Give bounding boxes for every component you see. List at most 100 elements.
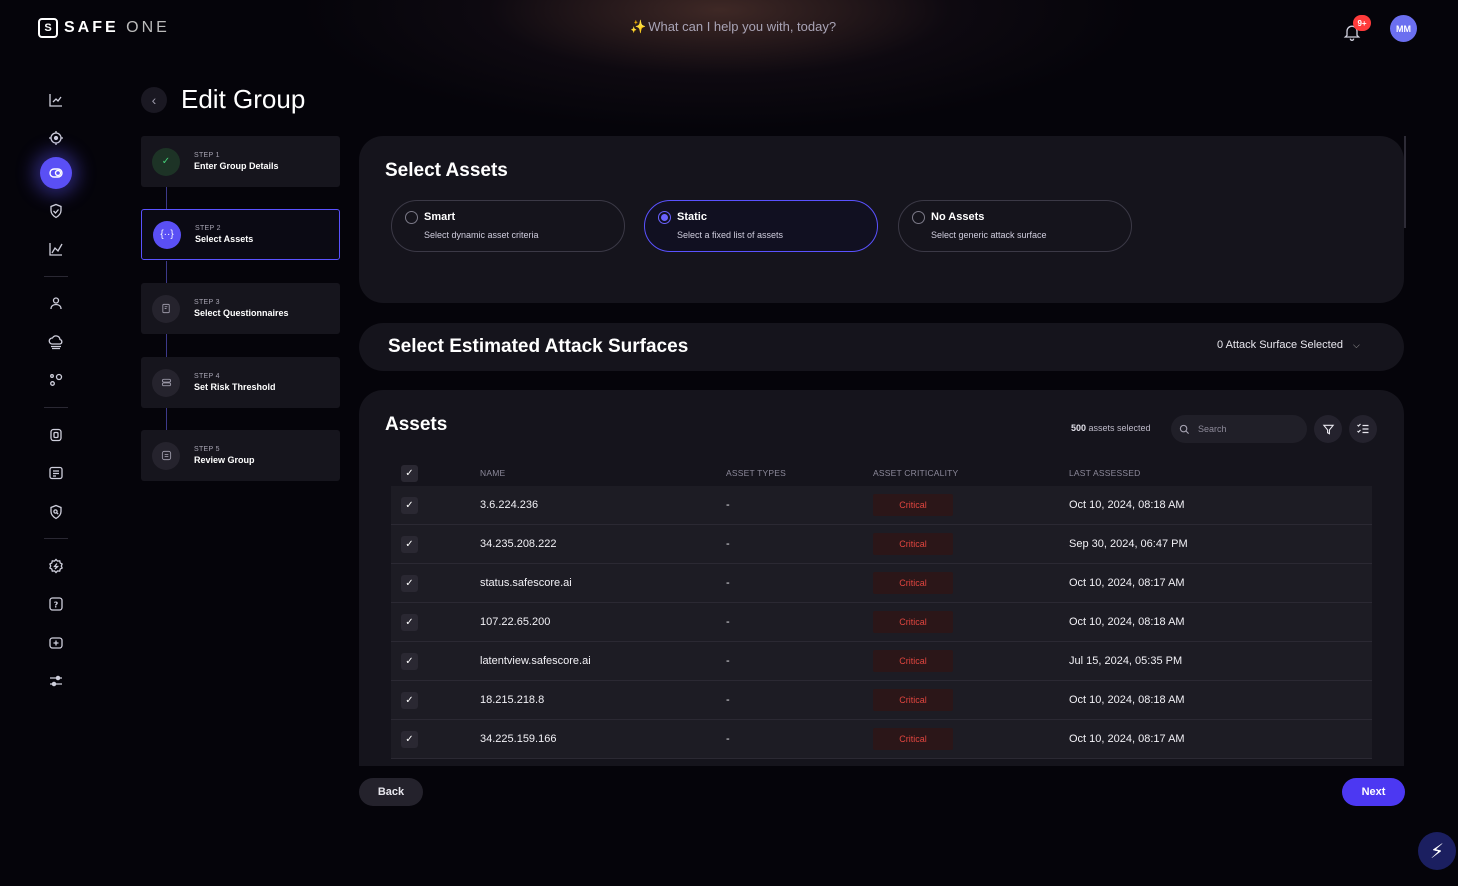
row-checkbox[interactable]: ✓	[401, 730, 418, 748]
table-row[interactable]: ✓ 34.235.208.222 - Critical Sep 30, 2024…	[391, 525, 1372, 564]
cell-last-assessed: Oct 10, 2024, 08:18 AM	[1069, 616, 1185, 628]
sidebar-item-security[interactable]	[42, 197, 70, 225]
step-connector	[166, 187, 167, 209]
cell-last-assessed: Oct 10, 2024, 08:17 AM	[1069, 577, 1185, 589]
step-set-risk-threshold[interactable]: STEP 4 Set Risk Threshold	[141, 357, 340, 408]
cloud-icon	[48, 335, 63, 350]
option-description: Select a fixed list of assets	[677, 230, 784, 240]
sidebar-item-users[interactable]	[42, 289, 70, 317]
back-arrow-button[interactable]: ‹	[141, 87, 167, 113]
row-checkbox[interactable]: ✓	[401, 613, 418, 631]
sidebar-item-reports[interactable]	[42, 459, 70, 487]
option-static[interactable]: Static Select a fixed list of assets	[644, 200, 878, 252]
option-title: Static	[677, 211, 707, 223]
search-input[interactable]: Search	[1171, 415, 1307, 443]
row-checkbox[interactable]: ✓	[401, 652, 418, 670]
scrollbar[interactable]	[1404, 136, 1406, 228]
sidebar-item-add[interactable]	[42, 629, 70, 657]
sidebar-item-help[interactable]: ?	[42, 590, 70, 618]
sidebar-item-dashboard[interactable]	[42, 86, 70, 114]
table-row[interactable]: ✓ 34.225.159.166 - Critical Oct 10, 2024…	[391, 720, 1372, 759]
sidebar-item-cloud[interactable]	[42, 328, 70, 356]
target-icon	[49, 131, 63, 145]
cell-name: 34.235.208.222	[480, 538, 557, 550]
column-settings-button[interactable]	[1349, 415, 1377, 443]
option-description: Select generic attack surface	[931, 230, 1047, 240]
table-row[interactable]: ✓ status.safescore.ai - Critical Oct 10,…	[391, 564, 1372, 603]
search-placeholder: Search	[1198, 424, 1227, 434]
option-smart[interactable]: Smart Select dynamic asset criteria	[391, 200, 625, 252]
sidebar-item-trends[interactable]	[42, 235, 70, 263]
row-checkbox[interactable]: ✓	[401, 574, 418, 592]
checklist-icon	[1357, 423, 1369, 434]
step-enter-group-details[interactable]: ✓ STEP 1 Enter Group Details	[141, 136, 340, 187]
back-button[interactable]: Back	[359, 778, 423, 806]
column-header-criticality[interactable]: ASSET CRITICALITY	[873, 468, 958, 478]
notifications-badge: 9+	[1353, 15, 1371, 31]
sidebar-item-devices[interactable]	[42, 421, 70, 449]
step-connector	[166, 334, 167, 357]
step-review-group[interactable]: STEP 5 Review Group	[141, 430, 340, 481]
column-header-name[interactable]: NAME	[480, 468, 505, 478]
select-assets-card: Select Assets Smart Select dynamic asset…	[359, 136, 1404, 303]
criticality-badge: Critical	[873, 689, 953, 711]
svg-text:?: ?	[54, 601, 59, 610]
assistant-fab-button[interactable]: ⚡	[1418, 832, 1456, 870]
row-checkbox[interactable]: ✓	[401, 691, 418, 709]
sidebar-divider	[44, 538, 68, 539]
dropdown-value: 0 Attack Surface Selected	[1217, 339, 1343, 351]
row-checkbox[interactable]: ✓	[401, 535, 418, 553]
cell-asset-type: -	[726, 499, 730, 511]
selected-count-suffix: assets selected	[1086, 423, 1151, 433]
page-title: Edit Group	[181, 84, 306, 114]
option-no-assets[interactable]: No Assets Select generic attack surface	[898, 200, 1132, 252]
sidebar-item-integrations[interactable]	[42, 366, 70, 394]
lightning-icon: ⚡	[1429, 840, 1445, 863]
column-header-last-assessed[interactable]: LAST ASSESSED	[1069, 468, 1140, 478]
sidebar-item-targets[interactable]	[42, 124, 70, 152]
select-all-checkbox[interactable]: ✓	[401, 464, 418, 482]
ai-assistant-prompt[interactable]: ✨ What can I help you with, today?	[630, 19, 836, 35]
column-header-asset-types[interactable]: ASSET TYPES	[726, 468, 786, 478]
toggle-icon	[49, 168, 63, 178]
criticality-badge: Critical	[873, 611, 953, 633]
next-button[interactable]: Next	[1342, 778, 1405, 806]
add-box-icon	[49, 637, 63, 649]
filter-button[interactable]	[1314, 415, 1342, 443]
table-row[interactable]: ✓ 107.22.65.200 - Critical Oct 10, 2024,…	[391, 603, 1372, 642]
sidebar-item-settings[interactable]	[42, 552, 70, 580]
criticality-badge: Critical	[873, 572, 953, 594]
option-title: No Assets	[931, 211, 985, 223]
app-logo[interactable]: S SAFE ONE	[38, 18, 170, 38]
criticality-badge: Critical	[873, 728, 953, 750]
radio-smart[interactable]	[405, 211, 418, 224]
sliders-icon	[50, 675, 62, 687]
step-name: Select Assets	[195, 234, 254, 244]
step-number: STEP 5	[194, 446, 220, 453]
cell-name: status.safescore.ai	[480, 577, 572, 589]
radio-no-assets[interactable]	[912, 211, 925, 224]
selected-count: 500 assets selected	[1071, 423, 1151, 433]
user-avatar[interactable]: MM	[1390, 15, 1417, 42]
table-row[interactable]: ✓ 3.6.224.236 - Critical Oct 10, 2024, 0…	[391, 486, 1372, 525]
cell-asset-type: -	[726, 616, 730, 628]
sidebar-item-groups[interactable]	[40, 157, 72, 189]
step-select-questionnaires[interactable]: STEP 3 Select Questionnaires	[141, 283, 340, 334]
nodes-icon	[50, 373, 63, 386]
radio-static[interactable]	[658, 211, 671, 224]
table-row[interactable]: ✓ 18.215.218.8 - Critical Oct 10, 2024, …	[391, 681, 1372, 720]
row-checkbox[interactable]: ✓	[401, 496, 418, 514]
step-select-assets[interactable]: {··} STEP 2 Select Assets	[141, 209, 340, 260]
sidebar-divider	[44, 276, 68, 277]
sparkle-icon: ✨	[630, 19, 647, 34]
step-name: Set Risk Threshold	[194, 382, 276, 392]
sidebar-item-scan[interactable]	[42, 498, 70, 526]
sidebar-item-preferences[interactable]	[42, 667, 70, 695]
attack-surface-dropdown[interactable]: 0 Attack Surface Selected ⌵	[1217, 339, 1360, 351]
assets-title: Assets	[385, 414, 448, 435]
cell-name: 3.6.224.236	[480, 499, 539, 511]
step-number: STEP 2	[195, 225, 221, 232]
table-row[interactable]: ✓ latentview.safescore.ai - Critical Jul…	[391, 642, 1372, 681]
option-title: Smart	[424, 211, 456, 223]
select-assets-title: Select Assets	[385, 160, 508, 181]
